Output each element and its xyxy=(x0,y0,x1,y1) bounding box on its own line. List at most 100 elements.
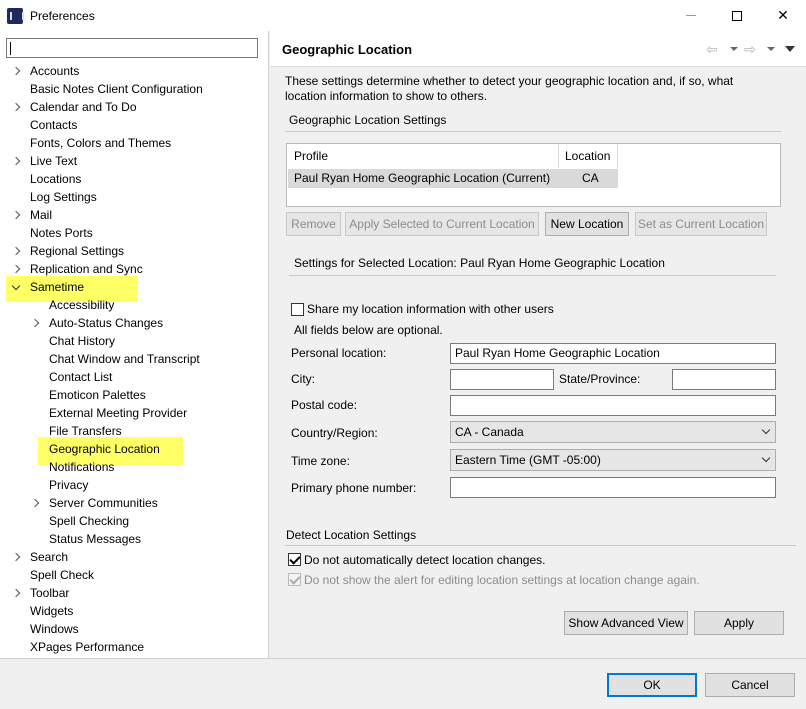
tree-item[interactable]: Notifications xyxy=(49,458,114,476)
tree-item[interactable]: XPages Performance xyxy=(30,638,144,656)
back-arrow-icon[interactable]: ⇦ xyxy=(706,41,718,57)
city-label: City: xyxy=(291,372,315,386)
chevron-down-icon[interactable] xyxy=(11,278,21,296)
filter-input[interactable] xyxy=(6,38,258,58)
no-alert-checkbox[interactable] xyxy=(288,573,301,586)
tree-item[interactable]: Fonts, Colors and Themes xyxy=(30,134,171,152)
chevron-right-icon[interactable] xyxy=(30,494,40,512)
minimize-button[interactable] xyxy=(668,0,714,31)
show-advanced-view-button[interactable]: Show Advanced View xyxy=(564,611,688,635)
country-select[interactable]: CA - Canada xyxy=(450,421,776,443)
column-header-profile[interactable]: Profile xyxy=(288,144,559,168)
tree-item[interactable]: Contacts xyxy=(30,116,77,134)
forward-arrow-icon[interactable]: ⇨ xyxy=(744,41,756,57)
column-header-location[interactable]: Location xyxy=(559,144,618,168)
text-cursor xyxy=(10,42,11,55)
chevron-right-icon[interactable] xyxy=(11,206,21,224)
table-cell-profile: Paul Ryan Home Geographic Location (Curr… xyxy=(294,171,551,185)
page-description: These settings determine whether to dete… xyxy=(285,74,734,103)
share-location-label: Share my location information with other… xyxy=(307,302,554,316)
timezone-select[interactable]: Eastern Time (GMT -05:00) xyxy=(450,449,776,471)
chevron-right-icon[interactable] xyxy=(11,548,21,566)
tree-item[interactable]: Log Settings xyxy=(30,188,97,206)
tree-item[interactable]: Status Messages xyxy=(49,530,141,548)
tree-item[interactable]: Chat Window and Transcript xyxy=(49,350,200,368)
back-dropdown-icon[interactable] xyxy=(730,47,738,51)
tree-item[interactable]: Notes Ports xyxy=(30,224,93,242)
location-table[interactable]: Profile Location Paul Ryan Home Geograph… xyxy=(286,143,781,207)
optional-note: All fields below are optional. xyxy=(294,323,443,337)
tree-item[interactable]: Sametime xyxy=(30,278,84,296)
selected-location-section-label: Settings for Selected Location: Paul Rya… xyxy=(294,256,665,270)
postal-code-field[interactable] xyxy=(450,395,776,416)
close-button[interactable]: ✕ xyxy=(760,0,806,31)
page-title: Geographic Location xyxy=(282,42,413,57)
tree-item[interactable]: Geographic Location xyxy=(49,440,160,458)
settings-pane: Geographic Location ⇦ ⇨ These settings d… xyxy=(270,31,806,658)
tree-item[interactable]: Replication and Sync xyxy=(30,260,143,278)
no-alert-label: Do not show the alert for editing locati… xyxy=(304,573,700,587)
tree-item[interactable]: Accounts xyxy=(30,62,79,80)
remove-button[interactable]: Remove xyxy=(286,212,341,236)
chevron-right-icon[interactable] xyxy=(11,152,21,170)
set-current-location-button[interactable]: Set as Current Location xyxy=(635,212,767,236)
divider xyxy=(289,275,776,276)
tree-item[interactable]: Accessibility xyxy=(49,296,114,314)
divider xyxy=(285,131,781,132)
view-menu-icon[interactable] xyxy=(785,46,795,52)
forward-dropdown-icon[interactable] xyxy=(767,47,775,51)
table-cell-location: CA xyxy=(582,171,599,185)
personal-location-field[interactable]: Paul Ryan Home Geographic Location xyxy=(450,343,776,364)
tree-item[interactable]: Windows xyxy=(30,620,79,638)
tree-item[interactable]: Locations xyxy=(30,170,81,188)
country-value: CA - Canada xyxy=(455,425,524,439)
tree-item[interactable]: File Transfers xyxy=(49,422,122,440)
tree-item[interactable]: Widgets xyxy=(30,602,73,620)
app-icon xyxy=(7,8,24,24)
share-location-checkbox[interactable] xyxy=(291,303,304,316)
tree-item[interactable]: Server Communities xyxy=(49,494,158,512)
divider xyxy=(285,545,796,546)
tree-item[interactable]: Regional Settings xyxy=(30,242,124,260)
tree-item[interactable]: Emoticon Palettes xyxy=(49,386,146,404)
tree-item[interactable]: Mail xyxy=(30,206,52,224)
cancel-button[interactable]: Cancel xyxy=(705,673,795,697)
timezone-label: Time zone: xyxy=(291,454,350,468)
tree-item[interactable]: Toolbar xyxy=(30,584,69,602)
no-auto-detect-checkbox[interactable] xyxy=(288,553,301,566)
minimize-icon xyxy=(686,15,696,16)
tree-item[interactable]: Spell Check xyxy=(30,566,94,584)
ok-button[interactable]: OK xyxy=(607,673,697,697)
state-field[interactable] xyxy=(672,369,776,390)
dialog-footer: OK Cancel xyxy=(0,658,806,709)
chevron-right-icon[interactable] xyxy=(11,260,21,278)
tree-item[interactable]: Auto-Status Changes xyxy=(49,314,163,332)
chevron-right-icon[interactable] xyxy=(11,584,21,602)
maximize-button[interactable] xyxy=(714,0,760,31)
phone-field[interactable] xyxy=(450,477,776,498)
chevron-right-icon[interactable] xyxy=(11,242,21,260)
tree-item[interactable]: Spell Checking xyxy=(49,512,129,530)
maximize-icon xyxy=(732,10,742,21)
apply-selected-button[interactable]: Apply Selected to Current Location xyxy=(345,212,539,236)
tree-item[interactable]: Basic Notes Client Configuration xyxy=(30,80,203,98)
country-label: Country/Region: xyxy=(291,426,378,440)
state-label: State/Province: xyxy=(559,372,641,386)
new-location-button[interactable]: New Location xyxy=(545,212,629,236)
chevron-right-icon[interactable] xyxy=(11,62,21,80)
personal-location-label: Personal location: xyxy=(291,346,387,360)
tree-item[interactable]: Contact List xyxy=(49,368,112,386)
chevron-right-icon[interactable] xyxy=(11,98,21,116)
tree-item[interactable]: Search xyxy=(30,548,68,566)
tree-item[interactable]: Chat History xyxy=(49,332,115,350)
chevron-right-icon[interactable] xyxy=(30,314,40,332)
apply-button[interactable]: Apply xyxy=(694,611,784,635)
tree-item[interactable]: External Meeting Provider xyxy=(49,404,187,422)
preferences-tree-pane: Accounts Basic Notes Client Configuration… xyxy=(0,31,269,658)
tree-item[interactable]: Privacy xyxy=(49,476,88,494)
city-field[interactable] xyxy=(450,369,554,390)
tree-item[interactable]: Live Text xyxy=(30,152,77,170)
phone-label: Primary phone number: xyxy=(291,481,417,495)
timezone-value: Eastern Time (GMT -05:00) xyxy=(455,453,601,467)
tree-item[interactable]: Calendar and To Do xyxy=(30,98,137,116)
